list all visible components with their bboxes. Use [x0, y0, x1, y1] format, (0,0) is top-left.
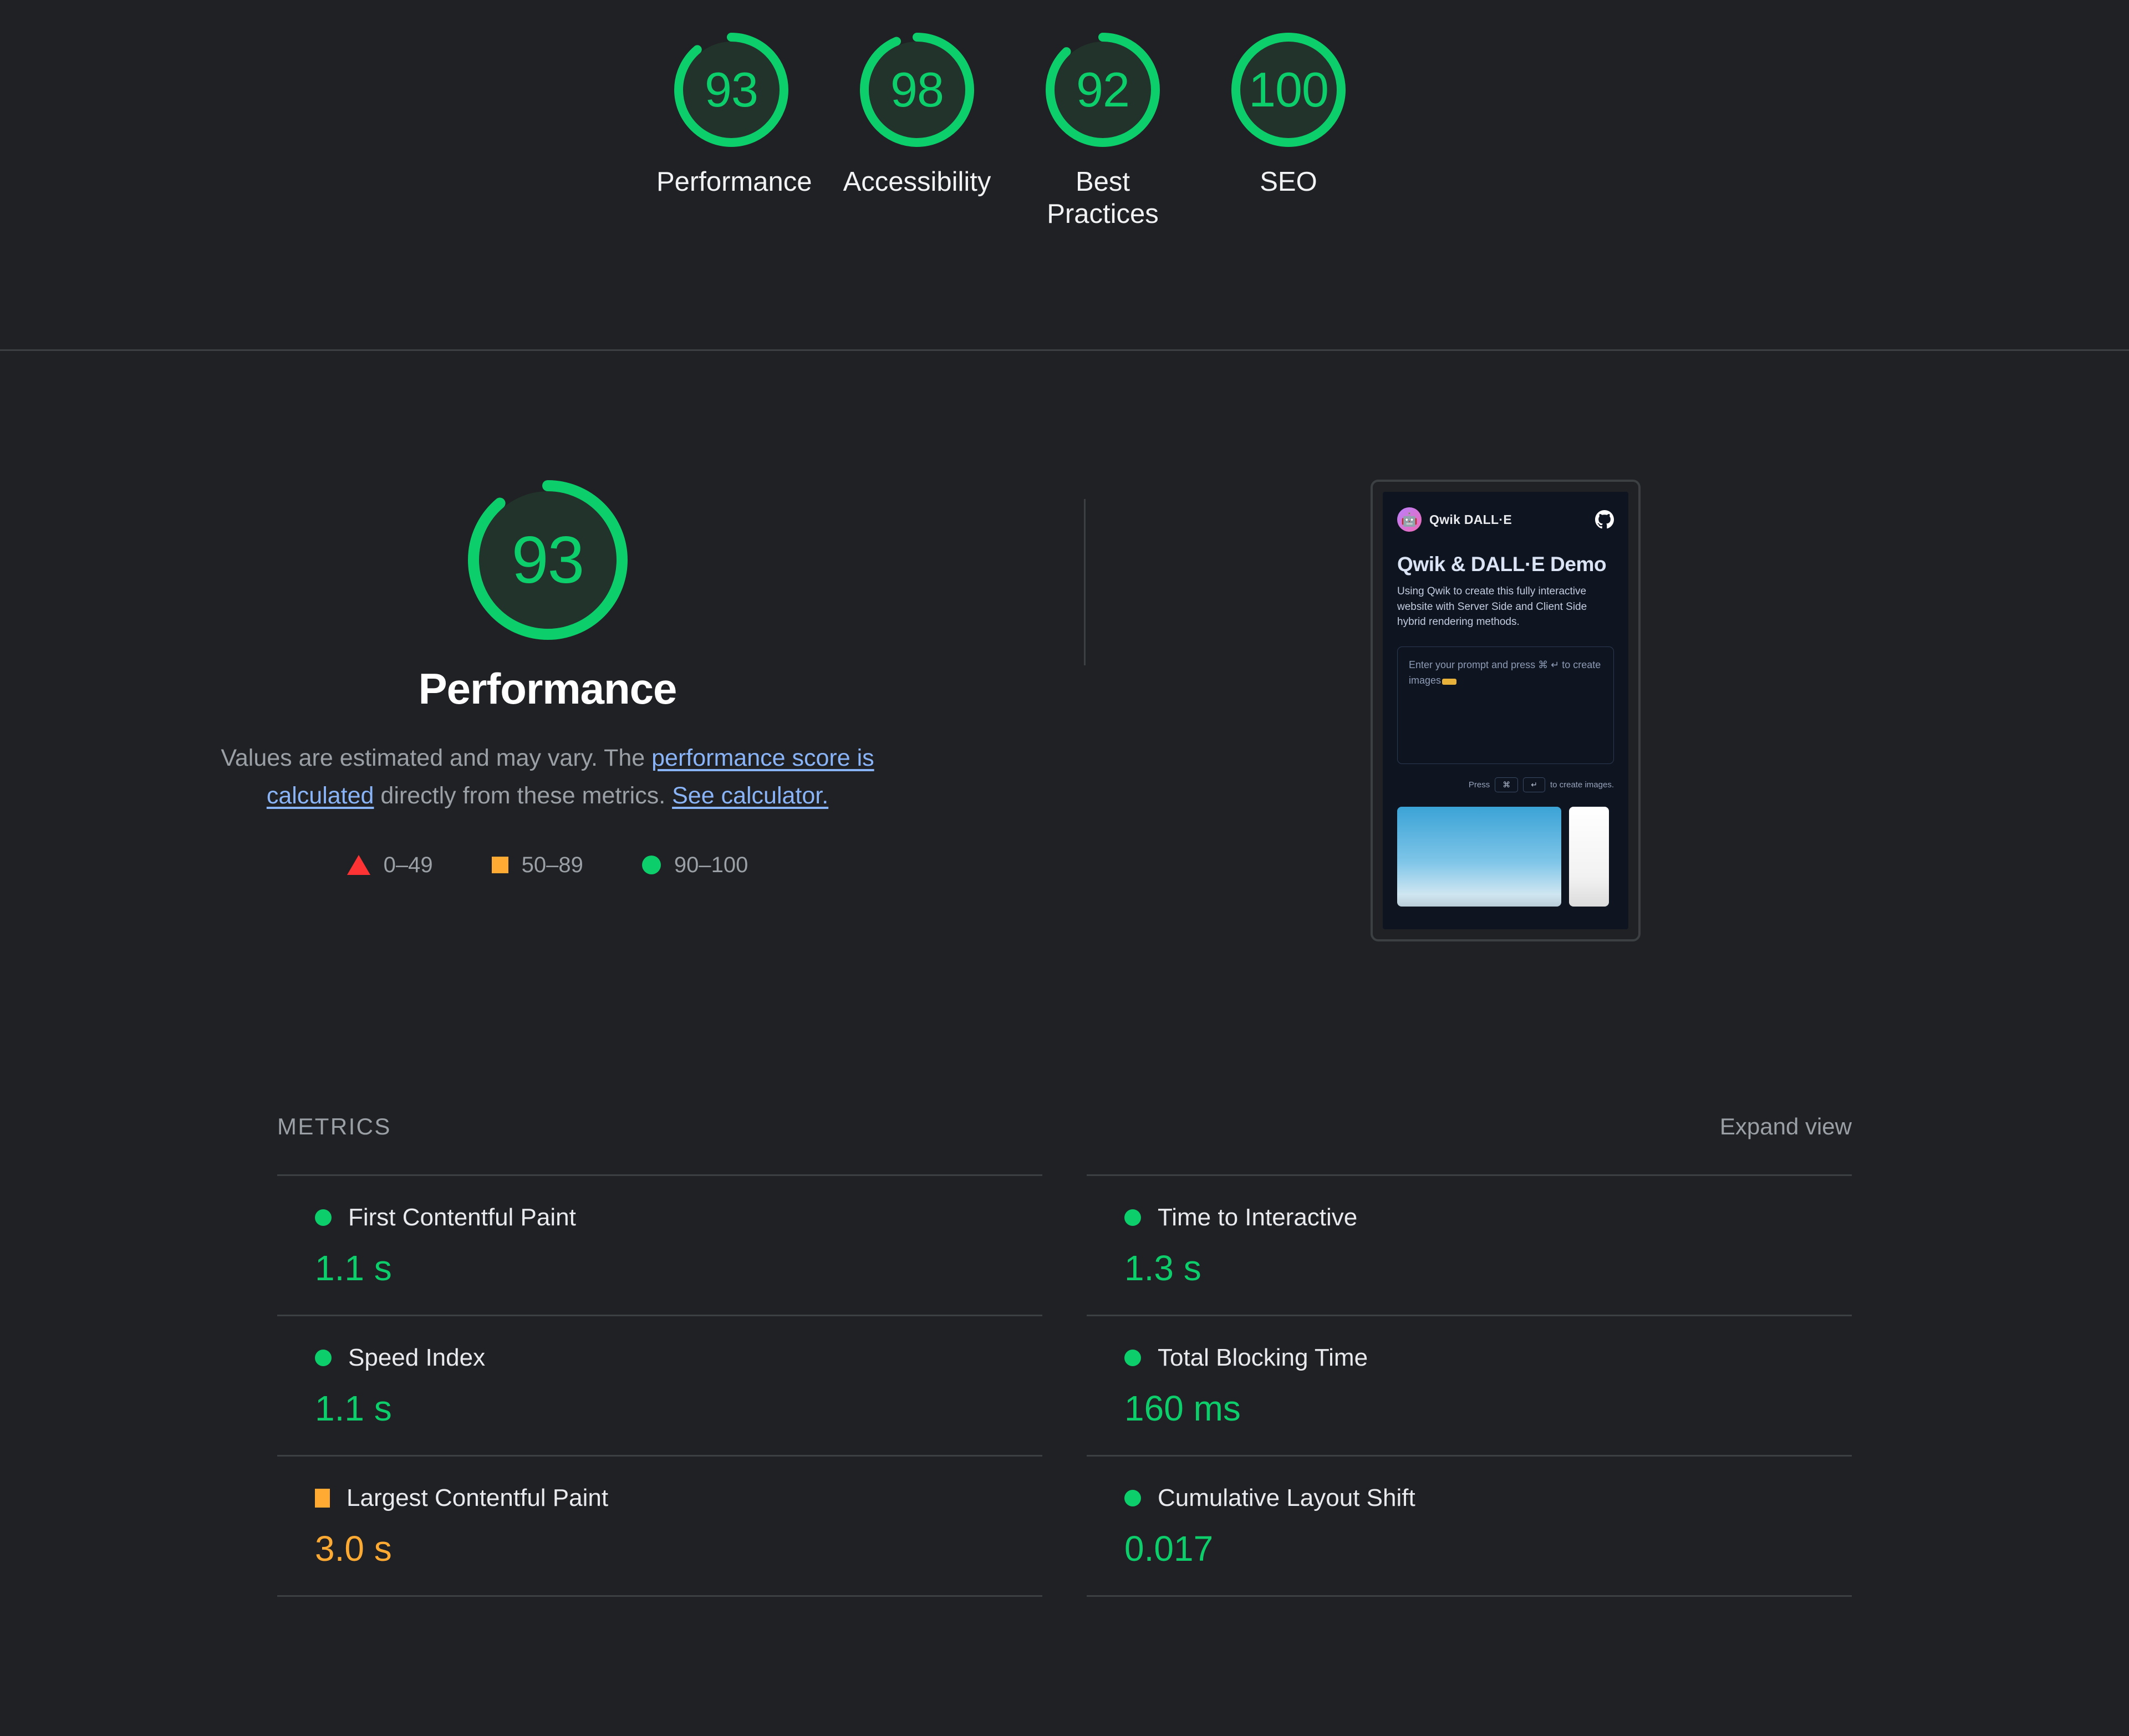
enter-key-icon: ↵ [1523, 777, 1545, 792]
metric-label: Largest Contentful Paint [347, 1484, 609, 1511]
metric-label: Total Blocking Time [1158, 1344, 1368, 1371]
gauge-label: Performance [656, 167, 812, 197]
gauge-ring: 93 [674, 32, 789, 147]
description-text-2: directly from these metrics. [374, 782, 673, 809]
thumbnail-brand: 🤖 Qwik DALL·E [1397, 507, 1512, 532]
score-gauge-accessibility[interactable]: 98 Accessibility [843, 32, 991, 198]
fail-triangle-icon [347, 855, 370, 875]
gauge-label: Best Practices [1047, 167, 1159, 229]
category-title: Performance [418, 664, 678, 713]
metrics-section: METRICS Expand view First Contentful Pai… [0, 1113, 2129, 1597]
pass-dot-icon [1124, 1350, 1141, 1366]
metric-row[interactable]: Speed Index 1.1 s [277, 1315, 1042, 1455]
legend-range-label: 50–89 [521, 852, 583, 877]
github-icon [1595, 510, 1614, 529]
description-text-1: Values are estimated and may vary. The [221, 745, 652, 771]
metrics-right-column: Time to Interactive 1.3 s Total Blocking… [1087, 1174, 1852, 1597]
metric-label: First Contentful Paint [348, 1204, 576, 1231]
thumbnail-image-gallery [1397, 806, 1614, 907]
performance-gauge: 93 [467, 480, 628, 640]
metric-label: Time to Interactive [1158, 1204, 1358, 1231]
gauge-score-value: 92 [1076, 62, 1130, 117]
legend-item: 90–100 [641, 852, 748, 878]
gauge-score-value: 98 [890, 62, 944, 117]
metric-name-row: Speed Index [315, 1344, 1042, 1372]
pass-dot-icon [315, 1209, 332, 1226]
gauge-ring: 92 [1045, 32, 1160, 147]
average-square-icon [315, 1489, 330, 1508]
thumbnail-subheading: Using Qwik to create this fully interact… [1397, 586, 1587, 628]
expand-view-button[interactable]: Expand view [1720, 1113, 1852, 1140]
score-summary-bar: 93 Performance 98 Accessibility 92 Best … [0, 0, 2129, 351]
generated-image-sky [1397, 806, 1561, 907]
gauge-label: Accessibility [843, 167, 991, 197]
gauge-ring: 98 [859, 32, 975, 147]
metric-value: 160 ms [1124, 1388, 1241, 1428]
thumbnail-heading: Qwik & DALL·E Demo [1397, 553, 1607, 576]
gauge-label: SEO [1260, 167, 1317, 197]
gauge-score-value: 93 [705, 62, 758, 117]
metric-name-row: Cumulative Layout Shift [1124, 1484, 1852, 1512]
score-gauges-row: 93 Performance 98 Accessibility 92 Best … [0, 0, 2129, 231]
metric-value: 0.017 [1124, 1529, 1214, 1569]
score-gauge-seo[interactable]: 100 SEO [1217, 32, 1360, 198]
metric-name-row: Largest Contentful Paint [315, 1484, 1042, 1512]
thumbnail-brand-name: Qwik DALL·E [1429, 512, 1512, 527]
page-thumbnail-screen: 🤖 Qwik DALL·E Qwik & DALL·E Demo Using Q… [1383, 492, 1628, 929]
metrics-left-column: First Contentful Paint 1.1 s Speed Index… [277, 1174, 1042, 1597]
score-gauge-performance[interactable]: 93 Performance [656, 32, 812, 198]
thumbnail-topbar: 🤖 Qwik DALL·E [1397, 507, 1614, 532]
metric-row[interactable]: First Contentful Paint 1.1 s [277, 1174, 1042, 1315]
generated-image-white [1569, 806, 1609, 907]
performance-gauge-score: 93 [511, 523, 584, 597]
metric-row[interactable]: Largest Contentful Paint 3.0 s [277, 1455, 1042, 1597]
vertical-divider [1084, 499, 1086, 665]
screenshot-panel: 🤖 Qwik DALL·E Qwik & DALL·E Demo Using Q… [1084, 480, 2129, 941]
thumbnail-prompt-placeholder: Enter your prompt and press ⌘ ↵ to creat… [1409, 659, 1601, 686]
robot-avatar-icon: 🤖 [1397, 507, 1422, 532]
score-gauge-best-practices[interactable]: 92 Best Practices [1031, 32, 1174, 231]
legend-range-label: 0–49 [383, 852, 433, 877]
metric-row[interactable]: Total Blocking Time 160 ms [1087, 1315, 1852, 1455]
metrics-grid: First Contentful Paint 1.1 s Speed Index… [277, 1174, 1852, 1597]
legend-range-label: 90–100 [674, 852, 748, 877]
metrics-title: METRICS [277, 1113, 391, 1139]
pass-circle-icon [641, 856, 661, 875]
average-square-icon [491, 857, 508, 874]
pass-dot-icon [1124, 1490, 1141, 1506]
score-legend: 0–49 50–89 90–100 [347, 853, 748, 878]
pass-dot-icon [1124, 1209, 1141, 1226]
category-description: Values are estimated and may vary. The p… [179, 740, 916, 815]
metric-row[interactable]: Cumulative Layout Shift 0.017 [1087, 1455, 1852, 1597]
metric-value: 1.3 s [1124, 1248, 1201, 1288]
metrics-header: METRICS Expand view [277, 1113, 1852, 1140]
thumbnail-prompt-input[interactable]: Enter your prompt and press ⌘ ↵ to creat… [1397, 646, 1614, 764]
category-score-panel: 93 Performance Values are estimated and … [0, 480, 1084, 878]
performance-category-section: 93 Performance Values are estimated and … [0, 351, 2129, 1597]
see-calculator-link[interactable]: See calculator. [672, 782, 828, 809]
metric-value: 1.1 s [315, 1248, 392, 1288]
legend-item: 50–89 [491, 852, 583, 878]
metric-value: 1.1 s [315, 1388, 392, 1428]
page-thumbnail-frame[interactable]: 🤖 Qwik DALL·E Qwik & DALL·E Demo Using Q… [1371, 480, 1641, 941]
command-key-icon: ⌘ [1495, 777, 1519, 792]
gauge-ring: 100 [1231, 32, 1346, 147]
metric-row[interactable]: Time to Interactive 1.3 s [1087, 1174, 1852, 1315]
gauge-score-value: 100 [1249, 62, 1329, 117]
hint-prefix: Press [1468, 780, 1490, 790]
metric-value: 3.0 s [315, 1529, 392, 1569]
hint-suffix: to create images. [1550, 780, 1614, 790]
metric-name-row: Total Blocking Time [1124, 1344, 1852, 1372]
thumbnail-keyboard-hint: Press ⌘ ↵ to create images. [1397, 777, 1614, 792]
metric-label: Cumulative Layout Shift [1158, 1484, 1415, 1511]
metric-name-row: First Contentful Paint [315, 1204, 1042, 1231]
metric-name-row: Time to Interactive [1124, 1204, 1852, 1231]
legend-item: 0–49 [347, 853, 433, 878]
palette-emoji-icon [1442, 678, 1457, 685]
metric-label: Speed Index [348, 1344, 486, 1371]
pass-dot-icon [315, 1350, 332, 1366]
